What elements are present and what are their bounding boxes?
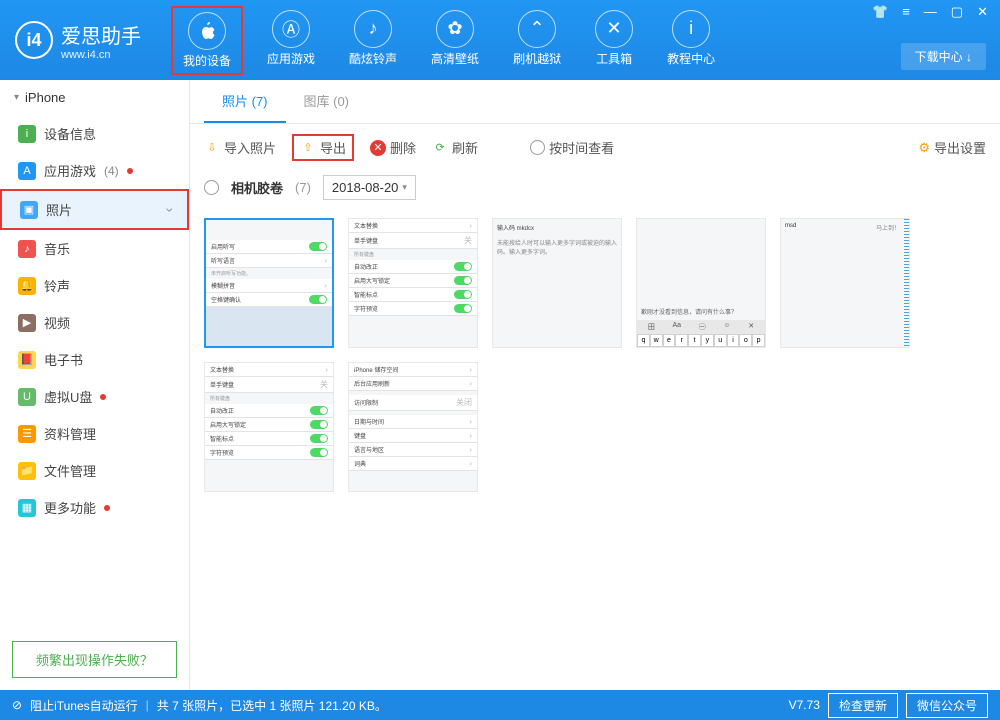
photo-thumb[interactable]: 文本替换› 单手键盘关 所有键盘 自动改正 启用大写锁定 智能标点 字符预览 [348,218,478,348]
tab-photos[interactable]: 照片 (7) [204,80,286,123]
sidebar-icon: i [18,125,36,143]
sidebar-item-label: 应用游戏 [44,161,96,180]
sidebar-icon: 📕 [18,351,36,369]
tab-gallery[interactable]: 图库 (0) [286,80,368,123]
nav-tutorials[interactable]: i教程中心 [657,6,725,75]
notification-dot [104,505,110,511]
album-radio[interactable] [204,180,219,195]
radio-icon [530,140,545,155]
sidebar-item-label: 更多功能 [44,498,96,517]
thumbnails-grid: 启用听写 听写语言› 未开启听写功能。 模糊拼音› 空格键确认 文本替换› 单手… [190,210,1000,500]
sidebar-item[interactable]: ♪ 音乐 [0,230,189,267]
window-controls: 👕 ≡ — ▢ ✕ [868,4,992,20]
album-count: (7) [295,180,311,195]
sidebar-item[interactable]: 📕 电子书 [0,341,189,378]
status-bar: ⊘ 阻止iTunes自动运行 | 共 7 张照片，已选中 1 张照片 121.2… [0,690,1000,720]
tools-icon: ✕ [595,10,633,48]
app-header: i4 爱思助手 www.i4.cn 我的设备 Ⓐ应用游戏 ♪酷炫铃声 ✿高清壁纸… [0,0,1000,80]
sidebar-icon: ▶ [18,314,36,332]
sidebar-item[interactable]: i 设备信息 [0,115,189,152]
sidebar-item[interactable]: 📁 文件管理 [0,452,189,489]
version-label: V7.73 [789,698,820,712]
sidebar-icon: U [18,388,36,406]
minimize-icon[interactable]: — [920,4,941,20]
notification-dot [100,394,106,400]
sidebar-item[interactable]: ▦ 更多功能 [0,489,189,526]
maximize-icon[interactable]: ▢ [947,4,967,20]
sidebar-item-label: 资料管理 [44,424,96,443]
wechat-button[interactable]: 微信公众号 [906,693,988,718]
nav-tabs: 我的设备 Ⓐ应用游戏 ♪酷炫铃声 ✿高清壁纸 ⌃刷机越狱 ✕工具箱 i教程中心 [171,6,725,75]
sidebar-item-label: 电子书 [44,350,83,369]
sidebar-icon: ▦ [18,499,36,517]
menu-icon[interactable]: ≡ [898,4,914,20]
sidebar-item-label: 照片 [46,200,72,219]
sidebar-item[interactable]: ▶ 视频 [0,304,189,341]
close-icon[interactable]: ✕ [973,4,992,20]
import-button[interactable]: ⇩导入照片 [204,138,276,157]
flower-icon: ✿ [436,10,474,48]
nav-wallpapers[interactable]: ✿高清壁纸 [421,6,489,75]
notification-dot [127,168,133,174]
sub-tabs: 照片 (7) 图库 (0) [190,80,1000,124]
logo-icon: i4 [15,21,53,59]
device-selector[interactable]: iPhone [0,80,189,115]
sidebar-item[interactable]: ▣ 照片 [0,189,189,230]
fault-link[interactable]: 频繁出现操作失败？ [12,641,177,678]
sidebar-item[interactable]: 🔔 铃声 [0,267,189,304]
sidebar-icon: ♪ [18,240,36,258]
sidebar-icon: 🔔 [18,277,36,295]
sidebar-item-label: 视频 [44,313,70,332]
sidebar: iPhone i设备信息A应用游戏(4)▣照片♪音乐🔔铃声▶视频📕电子书U虚拟U… [0,80,190,690]
skin-icon[interactable]: 👕 [868,4,892,20]
filter-row: 相机胶卷 (7) 2018-08-20 [190,171,1000,210]
export-settings-button[interactable]: ⚙导出设置 [918,138,986,157]
status-info: 共 7 张照片，已选中 1 张照片 121.20 KB。 [157,697,387,714]
photo-thumb[interactable]: iPhone 储存空间› 后台应用刷新› 访问限制关闭 日期与时间› 键盘› 语… [348,362,478,492]
date-selector[interactable]: 2018-08-20 [323,175,416,200]
photo-thumb[interactable]: 启用听写 听写语言› 未开启听写功能。 模糊拼音› 空格键确认 [204,218,334,348]
nav-my-device[interactable]: 我的设备 [171,6,243,75]
sidebar-icon: ▣ [20,201,38,219]
sidebar-item[interactable]: A应用游戏(4) [0,152,189,189]
sidebar-icon: 📁 [18,462,36,480]
apple-icon [188,12,226,50]
bell-icon: ♪ [354,10,392,48]
box-icon: ⌃ [518,10,556,48]
nav-toolbox[interactable]: ✕工具箱 [585,6,643,75]
photo-thumb[interactable]: 输入码 mkdcx未能按给人时可以输入更多字词或被迫的输入码。输入更多字词。 [492,218,622,348]
album-name: 相机胶卷 [231,178,283,197]
check-icon: ⊘ [12,698,22,712]
export-button[interactable]: ⇧导出 [292,134,354,161]
sidebar-item-label: 虚拟U盘 [44,387,92,406]
sidebar-icon: ☰ [18,425,36,443]
sidebar-item[interactable]: ☰ 资料管理 [0,415,189,452]
refresh-button[interactable]: ⟳刷新 [432,138,478,157]
photo-thumb[interactable]: 歉刚才没看到信息，请问有什么事？ 田Aa㊀☺✕ qwertyuiop [636,218,766,348]
gear-icon: ⚙ [918,140,930,156]
sidebar-item-label: 音乐 [44,239,70,258]
status-itunes[interactable]: 阻止iTunes自动运行 [30,697,138,714]
nav-apps[interactable]: Ⓐ应用游戏 [257,6,325,75]
sidebar-item-label: 文件管理 [44,461,96,480]
nav-ringtones[interactable]: ♪酷炫铃声 [339,6,407,75]
apps-icon: Ⓐ [272,10,310,48]
info-icon: i [672,10,710,48]
app-logo: i4 爱思助手 www.i4.cn [15,20,141,61]
sidebar-icon: A [18,162,36,180]
delete-button[interactable]: ✕删除 [370,138,416,157]
sidebar-item[interactable]: U 虚拟U盘 [0,378,189,415]
download-center-button[interactable]: 下载中心 ↓ [901,43,986,70]
toolbar: ⇩导入照片 ⇧导出 ✕删除 ⟳刷新 按时间查看 ⚙导出设置 [190,124,1000,171]
sidebar-item-label: 铃声 [44,276,70,295]
app-site: www.i4.cn [61,49,141,61]
nav-flash[interactable]: ⌃刷机越狱 [503,6,571,75]
check-update-button[interactable]: 检查更新 [828,693,898,718]
sidebar-item-label: 设备信息 [44,124,96,143]
photo-thumb[interactable]: 文本替换› 单手键盘关 所有键盘 自动改正 启用大写锁定 智能标点 字符预览 [204,362,334,492]
app-title: 爱思助手 [61,20,141,49]
content-area: 照片 (7) 图库 (0) ⇩导入照片 ⇧导出 ✕删除 ⟳刷新 按时间查看 ⚙导… [190,80,1000,690]
photo-thumb[interactable]: msd马上到！ [780,218,910,348]
view-by-time-button[interactable]: 按时间查看 [530,138,614,157]
